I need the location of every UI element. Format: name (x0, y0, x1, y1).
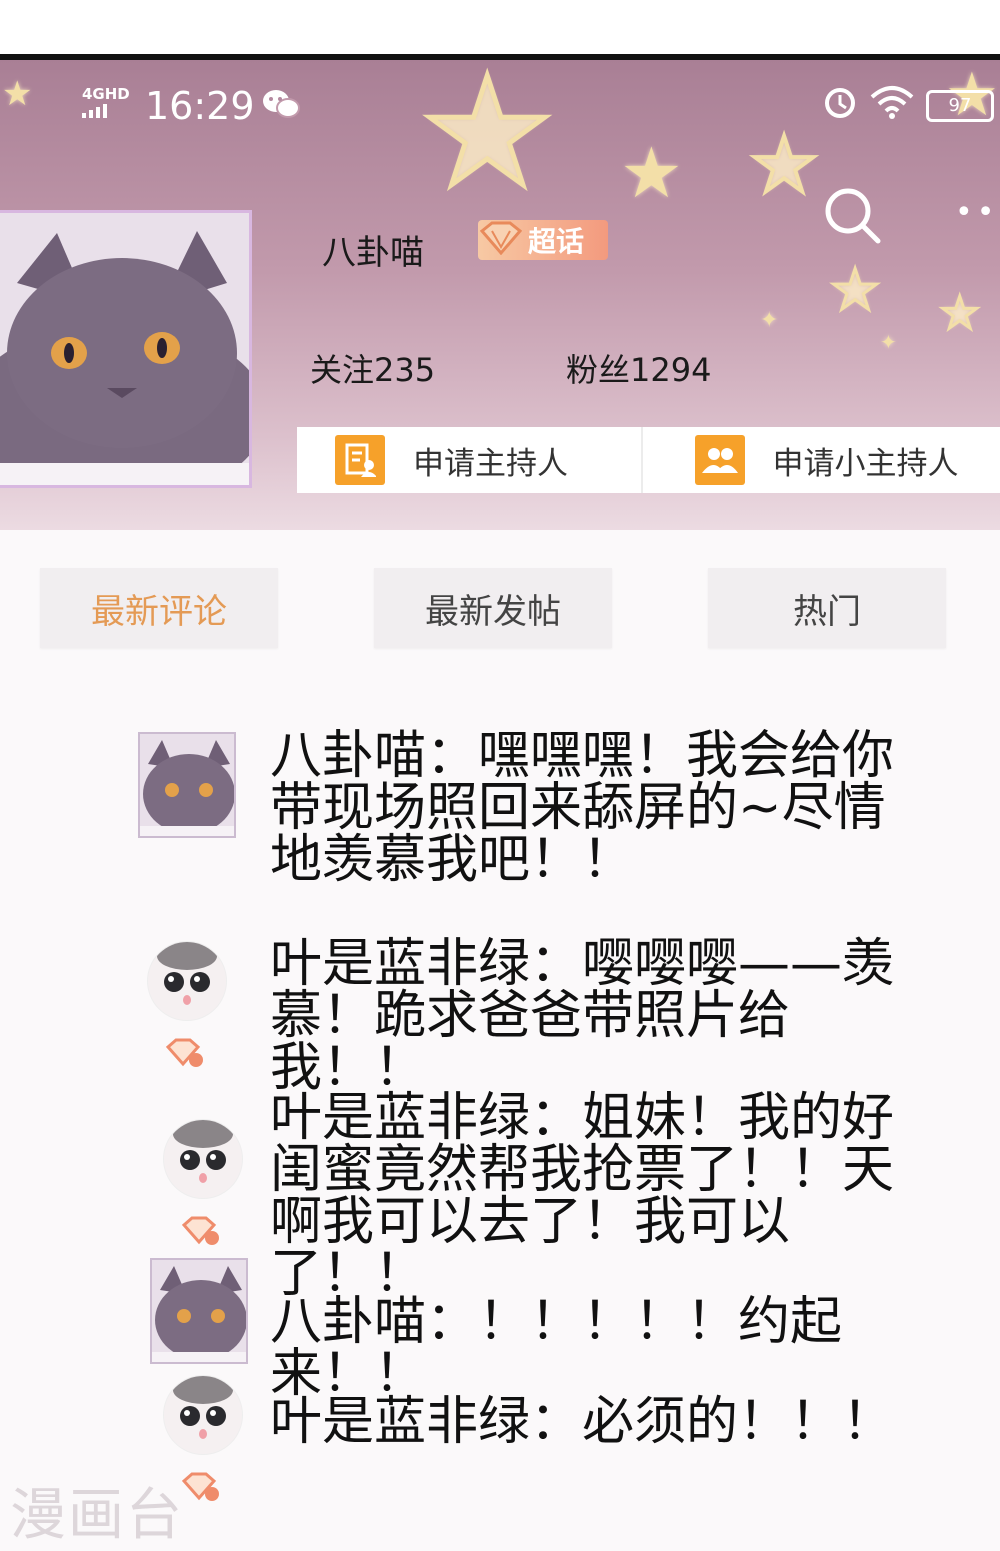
host-icon (335, 435, 385, 485)
cat-avatar-image (0, 213, 252, 488)
wifi-icon (870, 85, 914, 127)
comment-text: 八卦喵：！！！！！约起来！！ (270, 1296, 930, 1400)
more-icon[interactable]: •• (955, 195, 998, 230)
feed-tabs: 最新评论 最新发帖 热门 (0, 568, 1000, 648)
apply-sub-host-button[interactable]: 申请小主持人 (643, 427, 1000, 493)
star-decoration: ★ (940, 288, 979, 339)
comment-text: 叶是蓝非绿：嘤嘤嘤——羡慕！跪求爸爸带照片给我！！ (270, 938, 930, 1094)
star-decoration: ✦ (760, 308, 778, 333)
clock-time: 16:29 (145, 84, 255, 128)
top-blank-area (0, 0, 1000, 54)
apply-host-label: 申请主持人 (413, 438, 568, 483)
wechat-icon (262, 88, 300, 128)
watermark: 漫画台 (10, 1470, 184, 1551)
group-icon (695, 435, 745, 485)
tab-hot[interactable]: 热门 (708, 568, 946, 648)
search-icon[interactable] (822, 185, 866, 229)
avatar[interactable] (138, 732, 236, 838)
fans-count[interactable]: 粉丝1294 (566, 345, 711, 391)
avatar[interactable] (148, 942, 226, 1020)
group-avatar[interactable] (0, 210, 252, 488)
network-type: 4GHD (82, 85, 130, 103)
level-badge-icon (182, 1216, 220, 1246)
cat-avatar-image (140, 734, 236, 838)
cat-avatar-image (152, 1260, 248, 1364)
avatar[interactable] (150, 1258, 248, 1364)
star-decoration: ★ (830, 258, 880, 323)
follow-count[interactable]: 关注235 (310, 345, 435, 391)
signal-indicator: 4GHD (82, 86, 130, 118)
tab-latest-comments[interactable]: 最新评论 (40, 568, 278, 648)
badge-label: 超话 (528, 220, 584, 260)
status-icons: 97 (822, 84, 994, 128)
supertopic-header: ★ ★ ★ ★ ★ ★ ★ ✦ ✦ 4GHD 16:29 97 •• (0, 60, 1000, 530)
kitten-avatar-image (164, 1120, 242, 1198)
group-name: 八卦喵 (322, 225, 424, 274)
apply-host-button[interactable]: 申请主持人 (297, 427, 643, 493)
avatar[interactable] (164, 1376, 242, 1454)
comment-text: 叶是蓝非绿：姐妹！我的好闺蜜竟然帮我抢票了！！天啊我可以去了！我可以了！！ (270, 1092, 930, 1300)
kitten-avatar-image (164, 1376, 242, 1454)
comment-text: 叶是蓝非绿：必须的！！！ (270, 1396, 930, 1448)
tab-latest-posts[interactable]: 最新发帖 (374, 568, 612, 648)
alarm-icon (822, 84, 858, 128)
comment-text: 八卦喵：嘿嘿嘿！我会给你带现场照回来舔屏的~尽情地羡慕我吧！！ (270, 730, 930, 886)
kitten-avatar-image (148, 942, 226, 1020)
star-decoration: ✦ (880, 330, 897, 354)
host-apply-bar: 申请主持人 申请小主持人 (297, 427, 1000, 493)
level-badge-icon (182, 1472, 220, 1502)
battery-indicator: 97 (926, 90, 994, 122)
diamond-badge-icon (478, 221, 524, 259)
signal-bars-icon (82, 104, 130, 118)
apply-sub-host-label: 申请小主持人 (773, 438, 959, 483)
avatar[interactable] (164, 1120, 242, 1198)
status-bar: 4GHD 16:29 97 (0, 60, 1000, 160)
supertopic-badge: 超话 (478, 220, 608, 260)
level-badge-icon (166, 1038, 204, 1068)
